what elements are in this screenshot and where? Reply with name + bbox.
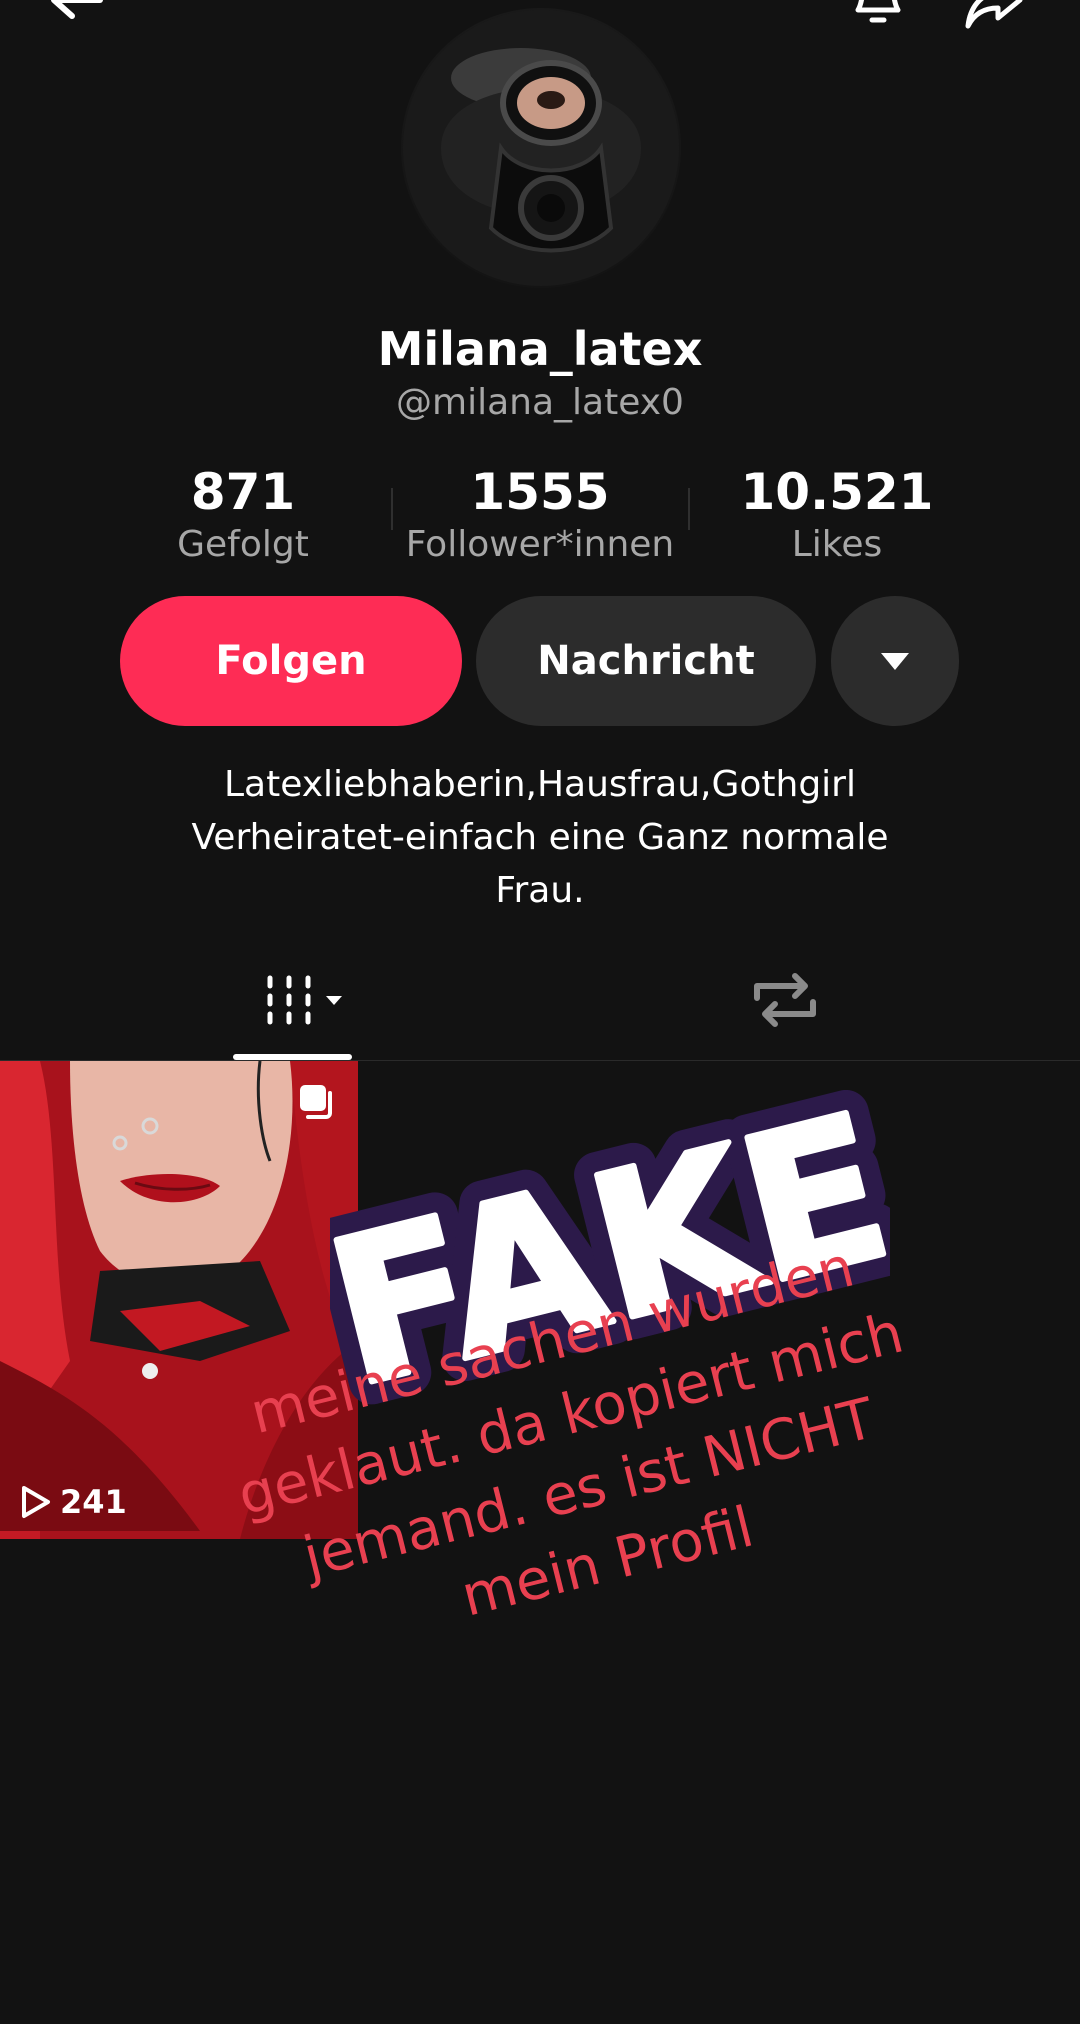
message-button[interactable]: Nachricht: [476, 596, 816, 726]
view-count: 241: [18, 1483, 127, 1521]
view-count-value: 241: [60, 1483, 127, 1521]
username-handle: @milana_latex0: [396, 382, 684, 423]
stat-following-label: Gefolgt: [177, 524, 309, 565]
tab-videos[interactable]: [232, 960, 352, 1040]
triangle-down-icon: [881, 653, 909, 670]
avatar[interactable]: [401, 8, 681, 288]
stat-followers-value: 1555: [470, 463, 610, 521]
suggested-accounts-button[interactable]: [831, 596, 959, 726]
stat-following-value: 871: [190, 463, 296, 521]
stat-followers-label: Follower*innen: [405, 524, 675, 565]
share-icon[interactable]: [962, 0, 1026, 34]
play-icon: [22, 1486, 50, 1518]
grid-lines-icon: [267, 975, 342, 1025]
stat-likes-label: Likes: [791, 524, 883, 565]
tab-reposts[interactable]: [735, 960, 835, 1040]
display-name: Milana_latex: [377, 322, 703, 376]
stat-following[interactable]: 871 Gefolgt: [93, 462, 393, 568]
stat-likes-value: 10.521: [740, 463, 934, 521]
follow-button[interactable]: Folgen: [120, 596, 462, 726]
bell-icon[interactable]: [846, 0, 910, 34]
bio-line: Verheiratet-einfach eine Ganz normale: [191, 817, 889, 858]
bio: Latexliebhaberin,Hausfrau,Gothgirl Verhe…: [60, 758, 1020, 917]
repost-icon: [754, 973, 816, 1027]
back-arrow-icon[interactable]: [44, 0, 108, 34]
bio-line: Latexliebhaberin,Hausfrau,Gothgirl: [223, 764, 856, 805]
stat-likes[interactable]: 10.521 Likes: [687, 462, 987, 568]
stat-followers[interactable]: 1555 Follower*innen: [390, 462, 690, 568]
bio-line: Frau.: [495, 870, 585, 911]
